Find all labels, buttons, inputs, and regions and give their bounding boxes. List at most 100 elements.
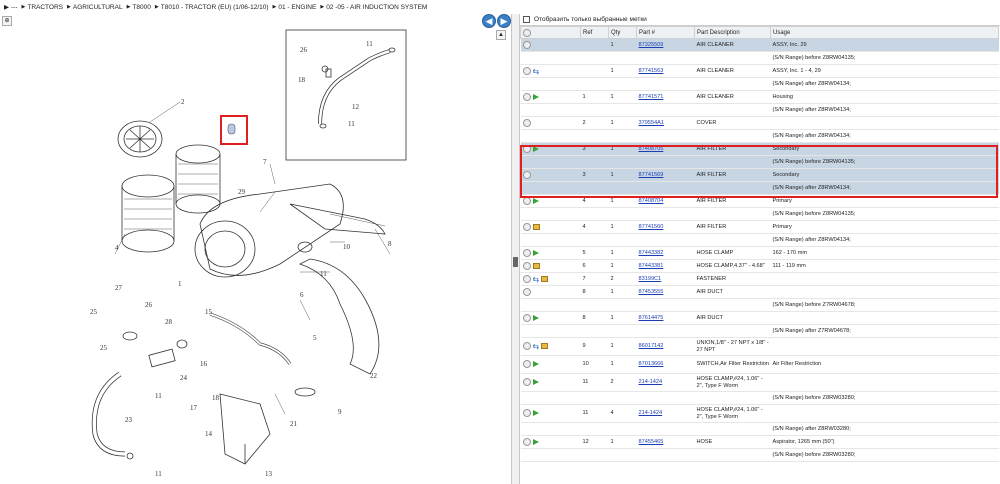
add-to-cart-icon[interactable] [522, 438, 531, 446]
table-row[interactable]: 10 1 87013666 SWITCH,Air Filter Restriction… [520, 355, 999, 374]
table-row[interactable]: ⇆ 7 2 83199C1 FASTENER [520, 272, 999, 286]
table-row[interactable]: 1 1 87741571 AIR CLEANER Housing [520, 90, 999, 104]
callout-11a[interactable]: 11 [320, 270, 327, 278]
table-row[interactable]: (S/N Range) after Z8RW04134; [520, 77, 999, 91]
breadcrumb-item-engine[interactable]: 01 - ENGINE [278, 4, 316, 11]
cell-part[interactable] [636, 103, 695, 117]
breadcrumb-item-t8010[interactable]: T8010 - TRACTOR (EU) (1/06-12/10) [161, 4, 269, 11]
table-row[interactable]: 6 1 87443381 HOSE CLAMP,4.37" - 4.68" 111 - … [520, 259, 999, 273]
add-to-cart-icon[interactable] [522, 93, 531, 101]
cell-part[interactable]: 86017142 [636, 337, 695, 356]
package-icon[interactable] [541, 276, 549, 282]
part-number-link[interactable]: 83199C1 [639, 276, 662, 282]
splitter-grip-icon[interactable] [513, 257, 518, 267]
callout-7[interactable]: 7 [263, 158, 267, 166]
add-to-cart-icon[interactable] [522, 342, 531, 351]
callout-28[interactable]: 28 [165, 318, 173, 326]
cell-part[interactable]: 87453555 [636, 285, 695, 299]
callout-12[interactable]: 12 [352, 103, 360, 111]
callout-24[interactable]: 24 [180, 374, 188, 382]
callout-11d[interactable]: 11 [348, 120, 355, 128]
cell-part[interactable] [636, 422, 695, 436]
part-number-link[interactable]: 87408704 [639, 198, 664, 204]
forward-button[interactable]: ▶ [497, 14, 511, 28]
cell-part[interactable]: 87741571 [636, 90, 695, 104]
breadcrumb-item-root[interactable]: --- [11, 4, 18, 11]
table-row[interactable]: 8 1 87453555 AIR DUCT [520, 285, 999, 299]
cell-part[interactable]: 87741560 [636, 220, 695, 234]
add-to-cart-icon[interactable] [522, 249, 531, 257]
green-arrow-icon[interactable] [532, 94, 539, 100]
callout-18[interactable]: 18 [212, 394, 220, 402]
cell-part[interactable] [636, 298, 695, 312]
cell-part[interactable]: 379554A1 [636, 116, 695, 130]
pane-splitter[interactable] [512, 14, 520, 484]
cell-part[interactable]: 87741563 [636, 64, 695, 78]
add-to-cart-icon[interactable] [522, 262, 531, 270]
add-to-cart-icon[interactable] [522, 314, 531, 322]
part-number-link[interactable]: 214-1424 [639, 410, 663, 416]
add-to-cart-icon[interactable] [522, 288, 531, 296]
part-number-link[interactable]: 87325509 [639, 42, 664, 48]
table-row[interactable]: 1 87325509 AIR CLEANER ASSY, Inc. 29 [520, 38, 999, 52]
col-header-ref[interactable]: Ref [580, 26, 609, 39]
callout-6[interactable]: 6 [300, 291, 304, 299]
table-row[interactable]: 12 1 87455465 HOSE Aspirator, 1265 mm (50") [520, 435, 999, 449]
cell-part[interactable]: 83199C1 [636, 272, 695, 286]
cell-part[interactable]: 87614475 [636, 311, 695, 325]
callout-2[interactable]: 2 [181, 98, 185, 106]
breadcrumb-item-agricultural[interactable]: AGRICULTURAL [73, 4, 123, 11]
callout-15[interactable]: 15 [205, 308, 213, 316]
table-row[interactable]: (S/N Range) before Z8RW04135; [520, 207, 999, 221]
table-row[interactable]: (S/N Range) after Z8RW04134; [520, 129, 999, 143]
add-to-cart-icon[interactable] [522, 275, 531, 283]
table-row[interactable]: (S/N Range) after Z7RW04678; [520, 324, 999, 338]
table-row[interactable]: (S/N Range) before Z8RW03280; [520, 448, 999, 462]
add-to-cart-icon[interactable] [522, 360, 531, 369]
table-row[interactable]: ⇆ 1 87741563 AIR CLEANER ASSY, Inc. 1 - 4, 2… [520, 64, 999, 78]
table-row[interactable]: 8 1 87614475 AIR DUCT [520, 311, 999, 325]
cell-part[interactable]: 87455465 [636, 435, 695, 449]
green-arrow-icon[interactable] [532, 361, 539, 368]
callout-21[interactable]: 21 [290, 420, 298, 428]
replacement-icon[interactable]: ⇆ [533, 342, 540, 350]
col-header-usage[interactable]: Usage [770, 26, 999, 39]
package-icon[interactable] [532, 224, 540, 230]
table-row[interactable]: (S/N Range) before Z7RW04678; [520, 298, 999, 312]
part-number-link[interactable]: 379554A1 [639, 120, 665, 126]
table-row[interactable]: (S/N Range) after Z8RW04134; [520, 103, 999, 117]
cell-part[interactable]: 87325509 [636, 38, 695, 52]
callout-4[interactable]: 4 [115, 244, 119, 252]
part-number-link[interactable]: 87741563 [639, 68, 664, 74]
replacement-icon[interactable]: ⇆ [533, 67, 540, 76]
add-to-cart-icon[interactable] [522, 67, 531, 75]
cell-part[interactable]: 87013666 [636, 355, 695, 374]
filter-checkbox[interactable] [523, 16, 530, 23]
cell-part[interactable] [636, 324, 695, 338]
back-button[interactable]: ◀ [482, 14, 496, 28]
cell-part[interactable]: 214-1424 [636, 404, 695, 423]
green-arrow-icon[interactable] [532, 439, 539, 445]
add-to-cart-icon[interactable] [522, 41, 531, 49]
part-number-link[interactable]: 87443381 [639, 263, 664, 269]
breadcrumb-item-tractors[interactable]: TRACTORS [27, 4, 63, 11]
breadcrumb-item-air-induction[interactable]: 02 -05 - AIR INDUCTION SYSTEM [326, 4, 427, 11]
cell-part[interactable]: 87443381 [636, 259, 695, 273]
part-number-link[interactable]: 87455465 [639, 439, 664, 445]
callout-26[interactable]: 26 [145, 301, 153, 309]
callout-26-inset[interactable]: 26 [300, 46, 308, 54]
select-all-icon[interactable] [523, 28, 531, 37]
cell-part[interactable] [636, 448, 695, 462]
table-row[interactable]: 11 2 214-1424 HOSE CLAMP,#24, 1.06" - 2", T… [520, 373, 999, 392]
cell-part[interactable] [636, 129, 695, 143]
add-to-cart-icon[interactable] [522, 378, 531, 387]
add-to-cart-icon[interactable] [522, 197, 531, 205]
green-arrow-icon[interactable] [532, 410, 539, 417]
cell-part[interactable] [636, 77, 695, 91]
table-row[interactable]: (S/N Range) after Z8RW04134; [520, 233, 999, 247]
callout-25[interactable]: 25 [90, 308, 98, 316]
replacement-icon[interactable]: ⇆ [533, 275, 540, 284]
table-row[interactable]: 2 1 379554A1 COVER [520, 116, 999, 130]
part-number-link[interactable]: 87443382 [639, 250, 664, 256]
callout-8[interactable]: 8 [388, 240, 392, 248]
